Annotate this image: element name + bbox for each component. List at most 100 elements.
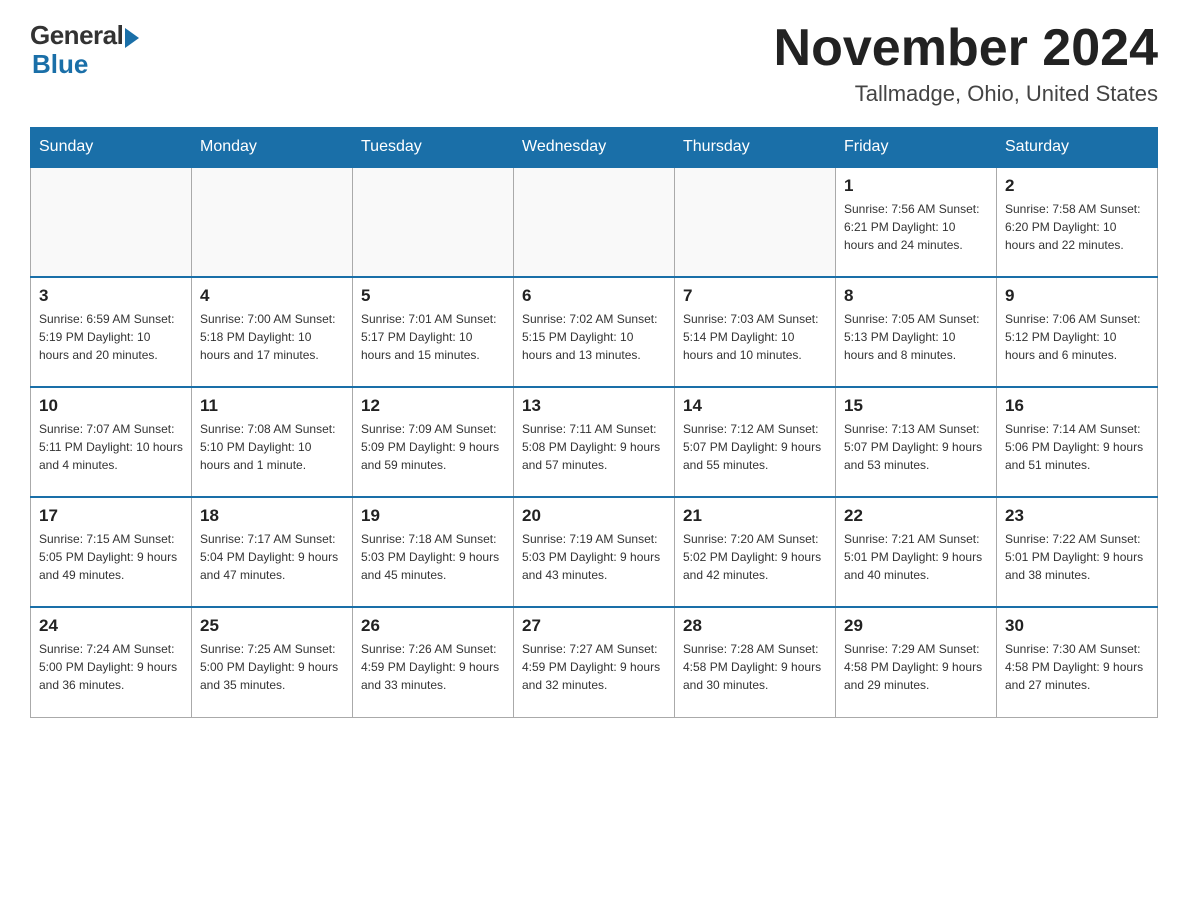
day-info: Sunrise: 7:29 AM Sunset: 4:58 PM Dayligh… [844, 640, 988, 694]
title-section: November 2024 Tallmadge, Ohio, United St… [774, 20, 1158, 107]
day-info: Sunrise: 7:03 AM Sunset: 5:14 PM Dayligh… [683, 310, 827, 364]
calendar-cell: 21 Sunrise: 7:20 AM Sunset: 5:02 PM Dayli… [675, 497, 836, 607]
calendar-cell: 1Sunrise: 7:56 AM Sunset: 6:21 PM Daylig… [836, 167, 997, 277]
day-info: Sunrise: 7:08 AM Sunset: 5:10 PM Dayligh… [200, 420, 344, 474]
day-info: Sunrise: 7:18 AM Sunset: 5:03 PM Dayligh… [361, 530, 505, 584]
day-info: Sunrise: 7:00 AM Sunset: 5:18 PM Dayligh… [200, 310, 344, 364]
week-row-3: 17 Sunrise: 7:15 AM Sunset: 5:05 PM Dayli… [31, 497, 1158, 607]
calendar-cell: 23 Sunrise: 7:22 AM Sunset: 5:01 PM Dayli… [997, 497, 1158, 607]
week-row-0: 1Sunrise: 7:56 AM Sunset: 6:21 PM Daylig… [31, 167, 1158, 277]
calendar-cell: 2Sunrise: 7:58 AM Sunset: 6:20 PM Daylig… [997, 167, 1158, 277]
calendar-cell: 12 Sunrise: 7:09 AM Sunset: 5:09 PM Dayli… [353, 387, 514, 497]
day-number: 28 [683, 616, 827, 636]
calendar-cell [675, 167, 836, 277]
calendar-cell: 27 Sunrise: 7:27 AM Sunset: 4:59 PM Dayli… [514, 607, 675, 717]
day-info: Sunrise: 7:17 AM Sunset: 5:04 PM Dayligh… [200, 530, 344, 584]
logo-general-text: General [30, 20, 123, 51]
day-number: 6 [522, 286, 666, 306]
day-number: 17 [39, 506, 183, 526]
header-wednesday: Wednesday [514, 128, 675, 168]
header-sunday: Sunday [31, 128, 192, 168]
header-saturday: Saturday [997, 128, 1158, 168]
day-number: 10 [39, 396, 183, 416]
calendar-header-row: SundayMondayTuesdayWednesdayThursdayFrid… [31, 128, 1158, 168]
day-info: Sunrise: 7:01 AM Sunset: 5:17 PM Dayligh… [361, 310, 505, 364]
calendar-cell: 15 Sunrise: 7:13 AM Sunset: 5:07 PM Dayli… [836, 387, 997, 497]
calendar-cell [353, 167, 514, 277]
calendar-cell: 7Sunrise: 7:03 AM Sunset: 5:14 PM Daylig… [675, 277, 836, 387]
day-info: Sunrise: 7:14 AM Sunset: 5:06 PM Dayligh… [1005, 420, 1149, 474]
calendar-cell: 6 Sunrise: 7:02 AM Sunset: 5:15 PM Daylig… [514, 277, 675, 387]
day-number: 12 [361, 396, 505, 416]
calendar-cell: 13Sunrise: 7:11 AM Sunset: 5:08 PM Dayli… [514, 387, 675, 497]
day-info: Sunrise: 7:13 AM Sunset: 5:07 PM Dayligh… [844, 420, 988, 474]
calendar-cell: 22 Sunrise: 7:21 AM Sunset: 5:01 PM Dayli… [836, 497, 997, 607]
calendar-cell: 14 Sunrise: 7:12 AM Sunset: 5:07 PM Dayli… [675, 387, 836, 497]
day-info: Sunrise: 7:09 AM Sunset: 5:09 PM Dayligh… [361, 420, 505, 474]
day-number: 9 [1005, 286, 1149, 306]
day-info: Sunrise: 7:20 AM Sunset: 5:02 PM Dayligh… [683, 530, 827, 584]
day-number: 21 [683, 506, 827, 526]
calendar-cell [192, 167, 353, 277]
calendar-cell: 4 Sunrise: 7:00 AM Sunset: 5:18 PM Daylig… [192, 277, 353, 387]
day-info: Sunrise: 7:27 AM Sunset: 4:59 PM Dayligh… [522, 640, 666, 694]
week-row-1: 3Sunrise: 6:59 AM Sunset: 5:19 PM Daylig… [31, 277, 1158, 387]
day-number: 16 [1005, 396, 1149, 416]
calendar-cell: 18 Sunrise: 7:17 AM Sunset: 5:04 PM Dayli… [192, 497, 353, 607]
day-number: 23 [1005, 506, 1149, 526]
day-number: 29 [844, 616, 988, 636]
day-number: 19 [361, 506, 505, 526]
calendar-cell: 30 Sunrise: 7:30 AM Sunset: 4:58 PM Dayli… [997, 607, 1158, 717]
day-info: Sunrise: 7:21 AM Sunset: 5:01 PM Dayligh… [844, 530, 988, 584]
calendar-cell: 17 Sunrise: 7:15 AM Sunset: 5:05 PM Dayli… [31, 497, 192, 607]
calendar-cell: 3Sunrise: 6:59 AM Sunset: 5:19 PM Daylig… [31, 277, 192, 387]
day-info: Sunrise: 7:11 AM Sunset: 5:08 PM Dayligh… [522, 420, 666, 474]
day-info: Sunrise: 7:05 AM Sunset: 5:13 PM Dayligh… [844, 310, 988, 364]
calendar-cell: 5 Sunrise: 7:01 AM Sunset: 5:17 PM Daylig… [353, 277, 514, 387]
day-info: Sunrise: 7:22 AM Sunset: 5:01 PM Dayligh… [1005, 530, 1149, 584]
day-number: 15 [844, 396, 988, 416]
logo-blue-text: Blue [32, 49, 88, 80]
calendar-cell [31, 167, 192, 277]
day-number: 22 [844, 506, 988, 526]
calendar-cell: 10Sunrise: 7:07 AM Sunset: 5:11 PM Dayli… [31, 387, 192, 497]
month-title: November 2024 [774, 20, 1158, 77]
day-number: 11 [200, 396, 344, 416]
day-info: Sunrise: 7:26 AM Sunset: 4:59 PM Dayligh… [361, 640, 505, 694]
day-number: 27 [522, 616, 666, 636]
calendar-cell: 26Sunrise: 7:26 AM Sunset: 4:59 PM Dayli… [353, 607, 514, 717]
calendar-cell: 20 Sunrise: 7:19 AM Sunset: 5:03 PM Dayli… [514, 497, 675, 607]
day-info: Sunrise: 7:28 AM Sunset: 4:58 PM Dayligh… [683, 640, 827, 694]
calendar-cell: 11 Sunrise: 7:08 AM Sunset: 5:10 PM Dayli… [192, 387, 353, 497]
day-info: Sunrise: 7:19 AM Sunset: 5:03 PM Dayligh… [522, 530, 666, 584]
header-friday: Friday [836, 128, 997, 168]
week-row-4: 24 Sunrise: 7:24 AM Sunset: 5:00 PM Dayli… [31, 607, 1158, 717]
day-number: 24 [39, 616, 183, 636]
calendar-cell: 29 Sunrise: 7:29 AM Sunset: 4:58 PM Dayli… [836, 607, 997, 717]
day-number: 18 [200, 506, 344, 526]
day-number: 3 [39, 286, 183, 306]
day-number: 1 [844, 176, 988, 196]
day-number: 14 [683, 396, 827, 416]
day-number: 8 [844, 286, 988, 306]
day-number: 25 [200, 616, 344, 636]
header-thursday: Thursday [675, 128, 836, 168]
logo: General Blue [30, 20, 139, 80]
header-tuesday: Tuesday [353, 128, 514, 168]
week-row-2: 10Sunrise: 7:07 AM Sunset: 5:11 PM Dayli… [31, 387, 1158, 497]
day-number: 20 [522, 506, 666, 526]
day-info: Sunrise: 7:02 AM Sunset: 5:15 PM Dayligh… [522, 310, 666, 364]
day-info: Sunrise: 7:30 AM Sunset: 4:58 PM Dayligh… [1005, 640, 1149, 694]
day-info: Sunrise: 7:15 AM Sunset: 5:05 PM Dayligh… [39, 530, 183, 584]
header: General Blue November 2024 Tallmadge, Oh… [30, 20, 1158, 107]
day-number: 5 [361, 286, 505, 306]
day-info: Sunrise: 7:12 AM Sunset: 5:07 PM Dayligh… [683, 420, 827, 474]
calendar-cell [514, 167, 675, 277]
calendar-cell: 25 Sunrise: 7:25 AM Sunset: 5:00 PM Dayli… [192, 607, 353, 717]
day-number: 4 [200, 286, 344, 306]
day-number: 30 [1005, 616, 1149, 636]
day-info: Sunrise: 7:25 AM Sunset: 5:00 PM Dayligh… [200, 640, 344, 694]
day-info: Sunrise: 7:24 AM Sunset: 5:00 PM Dayligh… [39, 640, 183, 694]
logo-arrow-icon [125, 28, 139, 48]
calendar-cell: 16 Sunrise: 7:14 AM Sunset: 5:06 PM Dayli… [997, 387, 1158, 497]
